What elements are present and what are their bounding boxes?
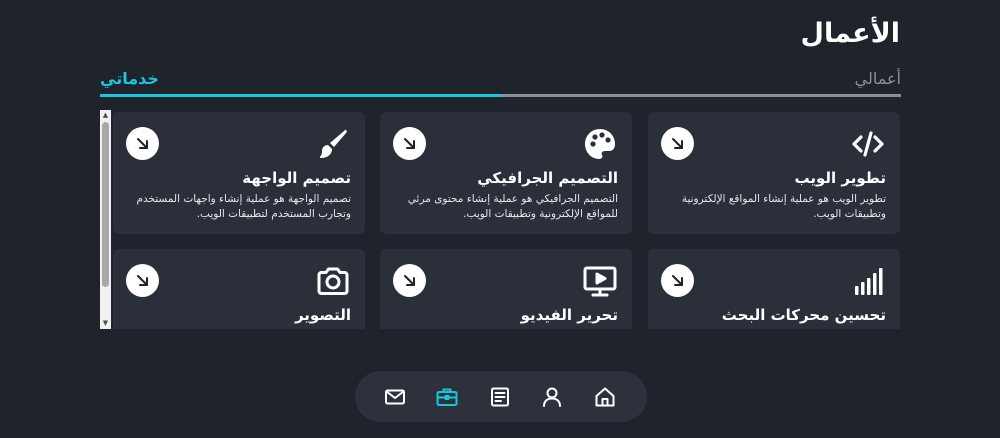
- document-icon: [491, 387, 509, 407]
- arrow-down-right-icon: [404, 138, 415, 149]
- open-service-button[interactable]: [393, 127, 426, 160]
- arrow-down-right-icon: [137, 138, 148, 149]
- service-description: التصميم الجرافيكي هو عملية إنشاء محتوى م…: [407, 193, 618, 220]
- arrow-down-right-icon: [404, 275, 415, 286]
- service-card-interface-design[interactable]: تصميم الواجهة تصميم الواجهة هو عملية إنش…: [113, 112, 365, 234]
- nav-mail[interactable]: [382, 384, 408, 410]
- page-title: الأعمال: [800, 18, 900, 49]
- brush-icon: [315, 126, 351, 162]
- service-card-seo[interactable]: تحسين محركات البحث: [648, 249, 900, 329]
- tab-bar: خدماتي أعمالي: [100, 64, 901, 98]
- monitor-play-icon: [582, 263, 618, 299]
- arrow-down-right-icon: [672, 275, 683, 286]
- service-title: تصميم الواجهة: [242, 169, 351, 187]
- service-card-web-development[interactable]: تطوير الويب تطوير الويب هو عملية إنشاء ا…: [648, 112, 900, 234]
- open-service-button[interactable]: [393, 264, 426, 297]
- service-title: تحرير الفيديو: [520, 306, 618, 324]
- scroll-up-arrow-icon[interactable]: ▲: [100, 110, 111, 121]
- camera-icon: [315, 263, 351, 299]
- user-icon: [543, 387, 561, 407]
- tab-active-indicator: [100, 94, 501, 97]
- services-grid: ▲ ▼ تطوير الويب تطوير الويب هو عملية إنش…: [100, 110, 901, 329]
- code-icon: [850, 126, 886, 162]
- open-service-button[interactable]: [126, 264, 159, 297]
- nav-about[interactable]: [539, 384, 565, 410]
- service-title: التصميم الجرافيكي: [477, 169, 618, 187]
- service-description: تطوير الويب هو عملية إنشاء المواقع الإلك…: [681, 193, 886, 220]
- scroll-thumb[interactable]: [102, 122, 109, 287]
- arrow-down-right-icon: [137, 275, 148, 286]
- arrow-down-right-icon: [672, 138, 683, 149]
- nav-works[interactable]: [434, 384, 460, 410]
- tab-my-services[interactable]: خدماتي: [100, 64, 159, 94]
- open-service-button[interactable]: [126, 127, 159, 160]
- open-service-button[interactable]: [661, 127, 694, 160]
- scroll-down-arrow-icon[interactable]: ▼: [100, 318, 111, 329]
- open-service-button[interactable]: [661, 264, 694, 297]
- bottom-nav: [355, 371, 647, 422]
- briefcase-icon: [436, 388, 458, 406]
- tab-my-works[interactable]: أعمالي: [855, 64, 901, 94]
- service-title: التصوير: [294, 306, 351, 324]
- nav-resume[interactable]: [487, 384, 513, 410]
- service-card-graphic-design[interactable]: التصميم الجرافيكي التصميم الجرافيكي هو ع…: [380, 112, 632, 234]
- nav-home[interactable]: [592, 384, 618, 410]
- palette-icon: [582, 126, 618, 162]
- scrollbar[interactable]: ▲ ▼: [100, 110, 111, 329]
- service-description: تصميم الواجهة هو عملية إنشاء واجهات المس…: [136, 193, 351, 220]
- signal-bars-icon: [850, 263, 886, 299]
- mail-icon: [385, 389, 405, 405]
- service-card-video-editing[interactable]: تحرير الفيديو: [380, 249, 632, 329]
- home-icon: [595, 387, 615, 407]
- service-title: تطوير الويب: [794, 169, 886, 187]
- service-title: تحسين محركات البحث: [721, 306, 886, 324]
- service-card-photography[interactable]: التصوير: [113, 249, 365, 329]
